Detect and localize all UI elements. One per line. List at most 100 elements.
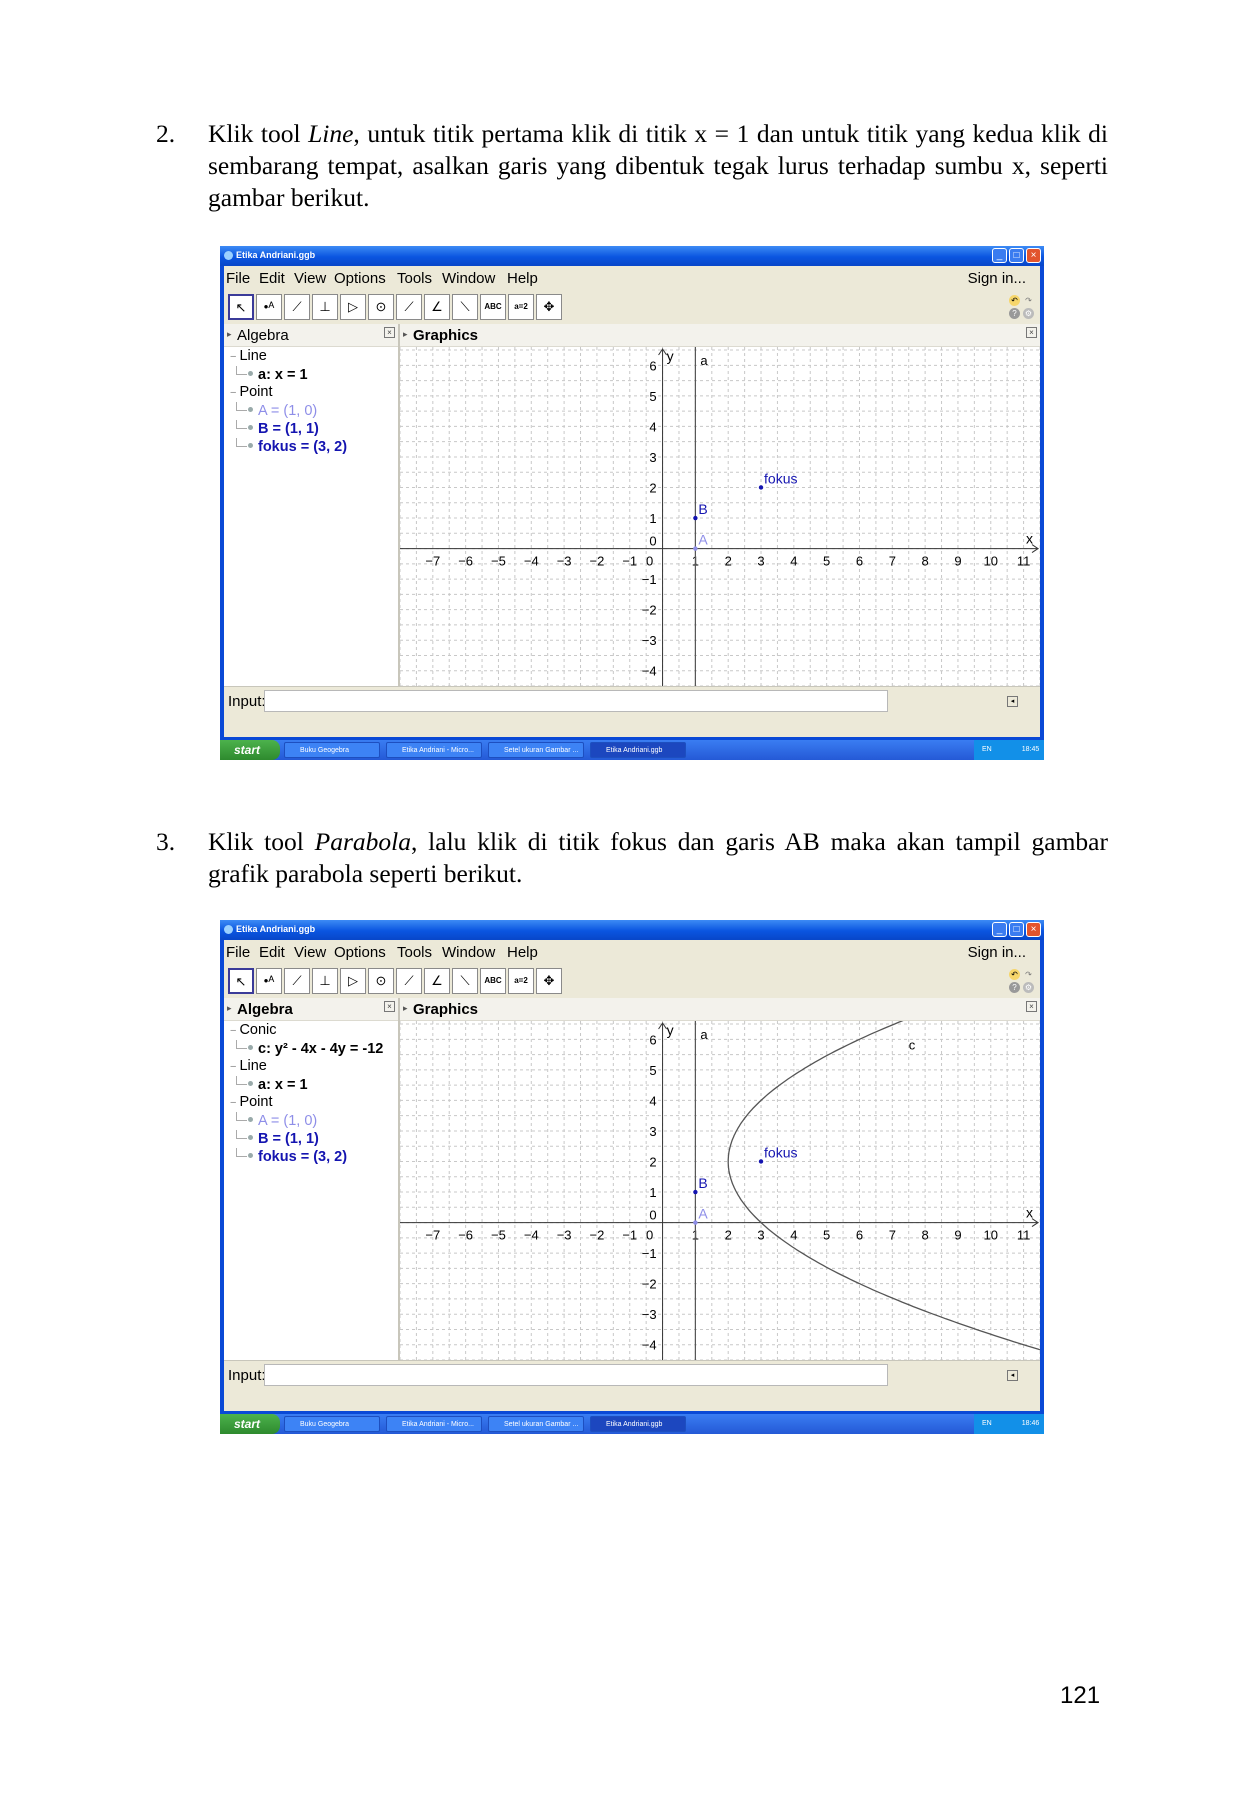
maximize-button[interactable]: □ [1009,922,1024,937]
menu-options[interactable]: Options [334,944,386,961]
tree-category[interactable]: − Line [230,348,267,364]
taskbar-item[interactable]: Buku Geogebra [284,742,380,758]
close-view-icon[interactable]: × [1026,327,1037,338]
menu-edit[interactable]: Edit [259,944,285,961]
visibility-dot-icon[interactable] [248,1153,253,1158]
tree-item[interactable]: A = (1, 0) [236,402,317,419]
menu-file[interactable]: File [226,944,250,961]
undo-icon[interactable]: ↶ [1009,969,1020,980]
tree-item[interactable]: A = (1, 0) [236,1112,317,1129]
menu-tools[interactable]: Tools [397,944,432,961]
menu-window[interactable]: Window [442,944,495,961]
menu-view[interactable]: View [294,270,326,287]
taskbar-item[interactable]: Setel ukuran Gambar ... [488,1416,584,1432]
settings-icon[interactable]: ⚙ [1023,982,1034,993]
tree-item[interactable]: c: y² - 4x - 4y = -12 [236,1040,383,1057]
reflect-tool-icon[interactable]: ⟍ [452,968,478,994]
help-icon[interactable]: ? [1009,308,1020,319]
tree-category[interactable]: − Point [230,1094,273,1110]
visibility-dot-icon[interactable] [248,371,253,376]
collapse-icon[interactable]: ▸ [227,1003,232,1014]
close-view-icon[interactable]: × [384,327,395,338]
slider-tool-icon[interactable]: a=2 [508,294,534,320]
sign-in-link[interactable]: Sign in... [968,270,1026,287]
menu-tools[interactable]: Tools [397,270,432,287]
polygon-tool-icon[interactable]: ▷ [340,294,366,320]
polygon-tool-icon[interactable]: ▷ [340,968,366,994]
taskbar-item[interactable]: Etika Andriani - Micro... [386,742,482,758]
menu-window[interactable]: Window [442,270,495,287]
start-button[interactable]: start [220,1414,280,1434]
tree-item[interactable]: fokus = (3, 2) [236,438,347,455]
collapse-icon[interactable]: ▸ [403,329,408,340]
minimize-button[interactable]: _ [992,922,1007,937]
input-help-icon[interactable]: ◂ [1007,696,1018,707]
close-button[interactable]: × [1026,922,1041,937]
tree-item[interactable]: a: x = 1 [236,366,308,383]
undo-icon[interactable]: ↶ [1009,295,1020,306]
text-tool-icon[interactable]: ABC [480,968,506,994]
settings-icon[interactable]: ⚙ [1023,308,1034,319]
visibility-dot-icon[interactable] [248,443,253,448]
move-tool-icon[interactable]: ↖ [228,294,254,320]
conic-tool-icon[interactable]: ⟋ [396,968,422,994]
move-view-tool-icon[interactable]: ✥ [536,968,562,994]
start-button[interactable]: start [220,740,280,760]
reflect-tool-icon[interactable]: ⟍ [452,294,478,320]
angle-tool-icon[interactable]: ∠ [424,294,450,320]
menu-help[interactable]: Help [507,270,538,287]
visibility-dot-icon[interactable] [248,407,253,412]
circle-tool-icon[interactable]: ⊙ [368,968,394,994]
close-view-icon[interactable]: × [1026,1001,1037,1012]
visibility-dot-icon[interactable] [248,1045,253,1050]
angle-tool-icon[interactable]: ∠ [424,968,450,994]
visibility-dot-icon[interactable] [248,1117,253,1122]
menu-file[interactable]: File [226,270,250,287]
redo-icon[interactable]: ↷ [1023,969,1034,980]
collapse-icon[interactable]: ▸ [227,329,232,340]
menu-view[interactable]: View [294,944,326,961]
coordinate-plane[interactable]: xy−7−6−5−4−3−2−101234567891011−4−3−2−101… [400,347,1040,686]
visibility-dot-icon[interactable] [248,425,253,430]
conic-tool-icon[interactable]: ⟋ [396,294,422,320]
maximize-button[interactable]: □ [1009,248,1024,263]
taskbar-item[interactable]: Etika Andriani.ggb [590,1416,686,1432]
tree-item[interactable]: a: x = 1 [236,1076,308,1093]
close-view-icon[interactable]: × [384,1001,395,1012]
menu-edit[interactable]: Edit [259,270,285,287]
point-tool-icon[interactable]: •ᴬ [256,968,282,994]
move-tool-icon[interactable]: ↖ [228,968,254,994]
input-help-icon[interactable]: ◂ [1007,1370,1018,1381]
tree-item[interactable]: B = (1, 1) [236,1130,319,1147]
tree-category[interactable]: − Line [230,1058,267,1074]
tree-item[interactable]: B = (1, 1) [236,420,319,437]
taskbar-item[interactable]: Etika Andriani.ggb [590,742,686,758]
input-field[interactable] [264,1364,888,1386]
redo-icon[interactable]: ↷ [1023,295,1034,306]
line-tool-icon[interactable]: ⟋ [284,294,310,320]
text-tool-icon[interactable]: ABC [480,294,506,320]
tree-category[interactable]: − Conic [230,1022,277,1038]
circle-tool-icon[interactable]: ⊙ [368,294,394,320]
point-tool-icon[interactable]: •ᴬ [256,294,282,320]
tree-category[interactable]: − Point [230,384,273,400]
coordinate-plane[interactable]: xy−7−6−5−4−3−2−101234567891011−4−3−2−101… [400,1021,1040,1360]
line-tool-icon[interactable]: ⟋ [284,968,310,994]
perpendicular-tool-icon[interactable]: ⊥ [312,294,338,320]
taskbar-item[interactable]: Buku Geogebra [284,1416,380,1432]
perpendicular-tool-icon[interactable]: ⊥ [312,968,338,994]
taskbar-item[interactable]: Etika Andriani - Micro... [386,1416,482,1432]
collapse-icon[interactable]: ▸ [403,1003,408,1014]
minimize-button[interactable]: _ [992,248,1007,263]
input-field[interactable] [264,690,888,712]
visibility-dot-icon[interactable] [248,1081,253,1086]
menu-help[interactable]: Help [507,944,538,961]
close-button[interactable]: × [1026,248,1041,263]
slider-tool-icon[interactable]: a=2 [508,968,534,994]
menu-options[interactable]: Options [334,270,386,287]
help-icon[interactable]: ? [1009,982,1020,993]
tree-item[interactable]: fokus = (3, 2) [236,1148,347,1165]
sign-in-link[interactable]: Sign in... [968,944,1026,961]
visibility-dot-icon[interactable] [248,1135,253,1140]
move-view-tool-icon[interactable]: ✥ [536,294,562,320]
